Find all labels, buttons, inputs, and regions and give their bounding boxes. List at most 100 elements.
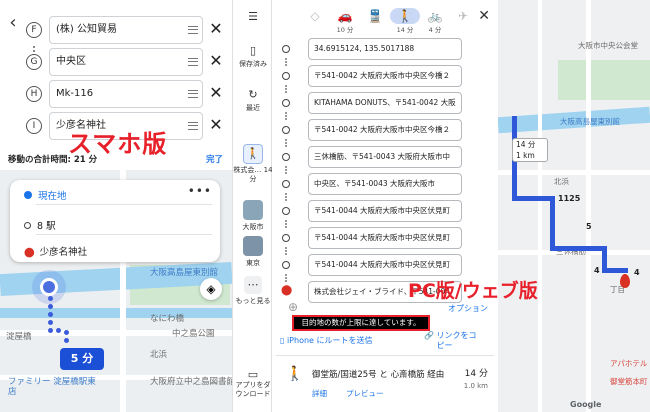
pc-stop-row: 〒541-0042 大阪府大阪市中央区今橋２ xyxy=(282,119,466,141)
mode-bike[interactable]: 🚲 4 分 xyxy=(420,8,450,34)
place-thumbnail xyxy=(243,200,263,220)
sidebar-item-tokyo[interactable]: 東京 xyxy=(233,236,273,268)
pc-stop-input[interactable]: 〒541-0044 大阪府大阪市中央区伏見町 xyxy=(308,227,462,249)
waypoint-dot-icon xyxy=(24,222,31,229)
stop-letter-f-icon: F xyxy=(26,22,42,38)
sidebar-item-saved[interactable]: ▯ 保存済み xyxy=(233,44,273,69)
mobile-stop-input[interactable]: (株) 公知貿易 xyxy=(49,16,203,44)
destination-pin-icon: ⬤ xyxy=(281,285,293,296)
stop-letter-i-icon: I xyxy=(26,118,42,134)
map-label: 大阪高島屋東別館 xyxy=(150,268,219,278)
map-label: アパホテル xyxy=(610,359,648,368)
bike-icon: 🚲 xyxy=(427,9,443,23)
pc-directions-panel: ◇ 🚗 10 分 🚆 🚶 14 分 🚲 4 分 ✈ ✕ 34.6915124, 135… xyxy=(272,0,498,412)
map-label: 北浜 xyxy=(150,350,168,360)
layers-icon[interactable]: ◈ xyxy=(200,278,222,300)
waypoint-number: 1125 xyxy=(558,194,581,203)
map-label: 大阪市中央公会堂 xyxy=(578,41,638,50)
route-origin[interactable]: 現在地 xyxy=(38,191,67,202)
total-time: 移動の合計時間: 21 分 xyxy=(8,155,98,165)
destination-limit-message: 目的地の数が上限に達しています。 xyxy=(292,315,430,331)
waypoint-circle-icon xyxy=(282,45,290,53)
close-icon[interactable]: ✕ xyxy=(206,51,226,71)
mobile-stop-input[interactable]: 中央区 xyxy=(49,48,203,76)
walk-icon: 🚶 xyxy=(243,144,263,164)
drag-handle-icon[interactable] xyxy=(188,90,198,98)
pc-stop-input[interactable]: 中央区、〒541-0043 大阪府大阪市 xyxy=(308,173,462,195)
origin-dot-icon xyxy=(24,191,32,199)
sidebar-item-download-app[interactable]: ▭ アプリをダウンロード xyxy=(233,368,273,399)
mobile-map[interactable]: 大阪高島屋東別館 なにわ橋 中之島公園 淀屋橋 ファミリー 淀屋橋駅東店 北浜 … xyxy=(0,170,232,412)
drag-handle-icon[interactable] xyxy=(188,122,198,130)
pc-stop-input[interactable]: 三休橋筋、〒541-0043 大阪府大阪市中 xyxy=(308,146,462,168)
options-link[interactable]: オプション xyxy=(448,303,488,314)
menu-button[interactable]: ☰ xyxy=(233,10,273,25)
waypoint-number: 4 xyxy=(634,268,640,277)
sidebar-item-recent[interactable]: ↻ 最近 xyxy=(233,88,273,113)
add-destination-icon[interactable]: ⊕ xyxy=(288,300,298,314)
stop-letter-h-icon: H xyxy=(26,86,42,102)
hamburger-icon: ☰ xyxy=(248,10,258,23)
close-icon[interactable]: ✕ xyxy=(206,83,226,103)
destination-pin-icon: ⬤ xyxy=(24,247,35,258)
map-label: 大阪高島屋東別館 xyxy=(560,117,620,126)
sidebar-item-osaka[interactable]: 大阪市 xyxy=(233,200,273,232)
pc-stop-row: 〒541-0044 大阪府大阪市中央区伏見町 xyxy=(282,200,466,222)
pc-stop-input[interactable]: 〒541-0042 大阪府大阪市中央区今橋２ xyxy=(308,65,462,87)
waypoint-number: 5 xyxy=(586,222,592,231)
pc-stop-input[interactable]: 〒541-0044 大阪府大阪市中央区伏見町 xyxy=(308,254,462,276)
send-to-phone-link[interactable]: ▯ iPhone にルートを送信 xyxy=(280,335,373,346)
waypoint-number: 4 xyxy=(594,266,600,275)
destination-pin-icon xyxy=(620,274,630,288)
pc-web-label: PC版/ウェブ版 xyxy=(408,280,538,302)
route-middle[interactable]: 8 駅 xyxy=(37,221,56,232)
mode-car[interactable]: 🚗 10 分 xyxy=(330,8,360,34)
walk-icon: 🚶 xyxy=(286,366,304,382)
mode-flight[interactable]: ✈ xyxy=(448,8,478,24)
pc-stop-row: 〒541-0044 大阪府大阪市中央区伏見町 xyxy=(282,254,466,276)
copy-link-button[interactable]: 🔗 リンクをコピー xyxy=(424,331,481,351)
mode-best[interactable]: ◇ xyxy=(300,8,330,24)
done-button[interactable]: 完了 xyxy=(206,153,223,165)
pc-stop-row: 34.6915124, 135.5017188 xyxy=(282,38,466,60)
more-options-icon[interactable]: ••• xyxy=(188,184,212,198)
walk-time-badge: 5 分 xyxy=(60,348,104,370)
mobile-panel: ‹ F (株) 公知貿易 ✕ G 中央区 ✕ H Mk-116 ✕ I 少彦名神… xyxy=(0,0,232,412)
waypoint-circle-icon xyxy=(282,72,290,80)
drag-handle-icon[interactable] xyxy=(188,26,198,34)
pc-stop-row: 〒541-0042 大阪府大阪市中央区今橋２ xyxy=(282,65,466,87)
waypoint-circle-icon xyxy=(282,180,290,188)
car-icon: 🚗 xyxy=(337,9,353,23)
preview-link[interactable]: プレビュー xyxy=(346,388,384,399)
mobile-stop-input[interactable]: Mk-116 xyxy=(49,80,203,108)
close-icon[interactable]: ✕ xyxy=(478,8,490,24)
pc-stop-input[interactable]: 〒541-0044 大阪府大阪市中央区伏見町 xyxy=(308,200,462,222)
back-arrow-icon[interactable]: ‹ xyxy=(4,14,22,32)
details-link[interactable]: 詳細 xyxy=(312,388,327,399)
drag-handle-icon[interactable] xyxy=(188,58,198,66)
sidebar-item-more[interactable]: ⋯ もっと見る xyxy=(233,276,273,306)
map-label: ファミリー 淀屋橋駅東店 xyxy=(8,377,96,397)
directions-icon: ◇ xyxy=(310,9,320,23)
close-icon[interactable]: ✕ xyxy=(206,19,226,39)
waypoint-circle-icon xyxy=(282,207,290,215)
pc-stop-input[interactable]: 34.6915124, 135.5017188 xyxy=(308,38,462,60)
download-icon: ▭ xyxy=(247,368,259,381)
pc-stop-input[interactable]: 〒541-0042 大阪府大阪市中央区今橋２ xyxy=(308,119,462,141)
pc-stop-row: 三休橋筋、〒541-0043 大阪府大阪市中 xyxy=(282,146,466,168)
phone-icon: ▯ xyxy=(280,336,287,345)
more-icon: ⋯ xyxy=(244,276,262,294)
mode-walk[interactable]: 🚶 14 分 xyxy=(390,8,420,34)
close-icon[interactable]: ✕ xyxy=(206,115,226,135)
route-destination[interactable]: 少彦名神社 xyxy=(40,247,88,258)
mode-transit[interactable]: 🚆 xyxy=(360,8,390,24)
route-result[interactable]: 🚶 御堂筋/国道25号 と 心斎橋筋 経由 14 分 1.0 km 詳細 プレビ… xyxy=(276,355,494,409)
plane-icon: ✈ xyxy=(457,9,469,23)
pc-stop-row: 中央区、〒541-0043 大阪府大阪市 xyxy=(282,173,466,195)
pc-stop-input[interactable]: KITAHAMA DONUTS、〒541-0042 大阪 xyxy=(308,92,462,114)
waypoint-circle-icon xyxy=(282,126,290,134)
route-via: 御堂筋/国道25号 と 心斎橋筋 経由 xyxy=(312,370,445,380)
sidebar-item-current-route[interactable]: 🚶 株式会… 14 分 xyxy=(233,144,273,184)
mobile-stop-h: H Mk-116 ✕ xyxy=(26,80,230,108)
pc-map[interactable]: 大阪市中央公会堂 大阪高島屋東別館 北浜 三休橋筋 アパホテル 御堂筋本町 丁目… xyxy=(498,0,650,412)
